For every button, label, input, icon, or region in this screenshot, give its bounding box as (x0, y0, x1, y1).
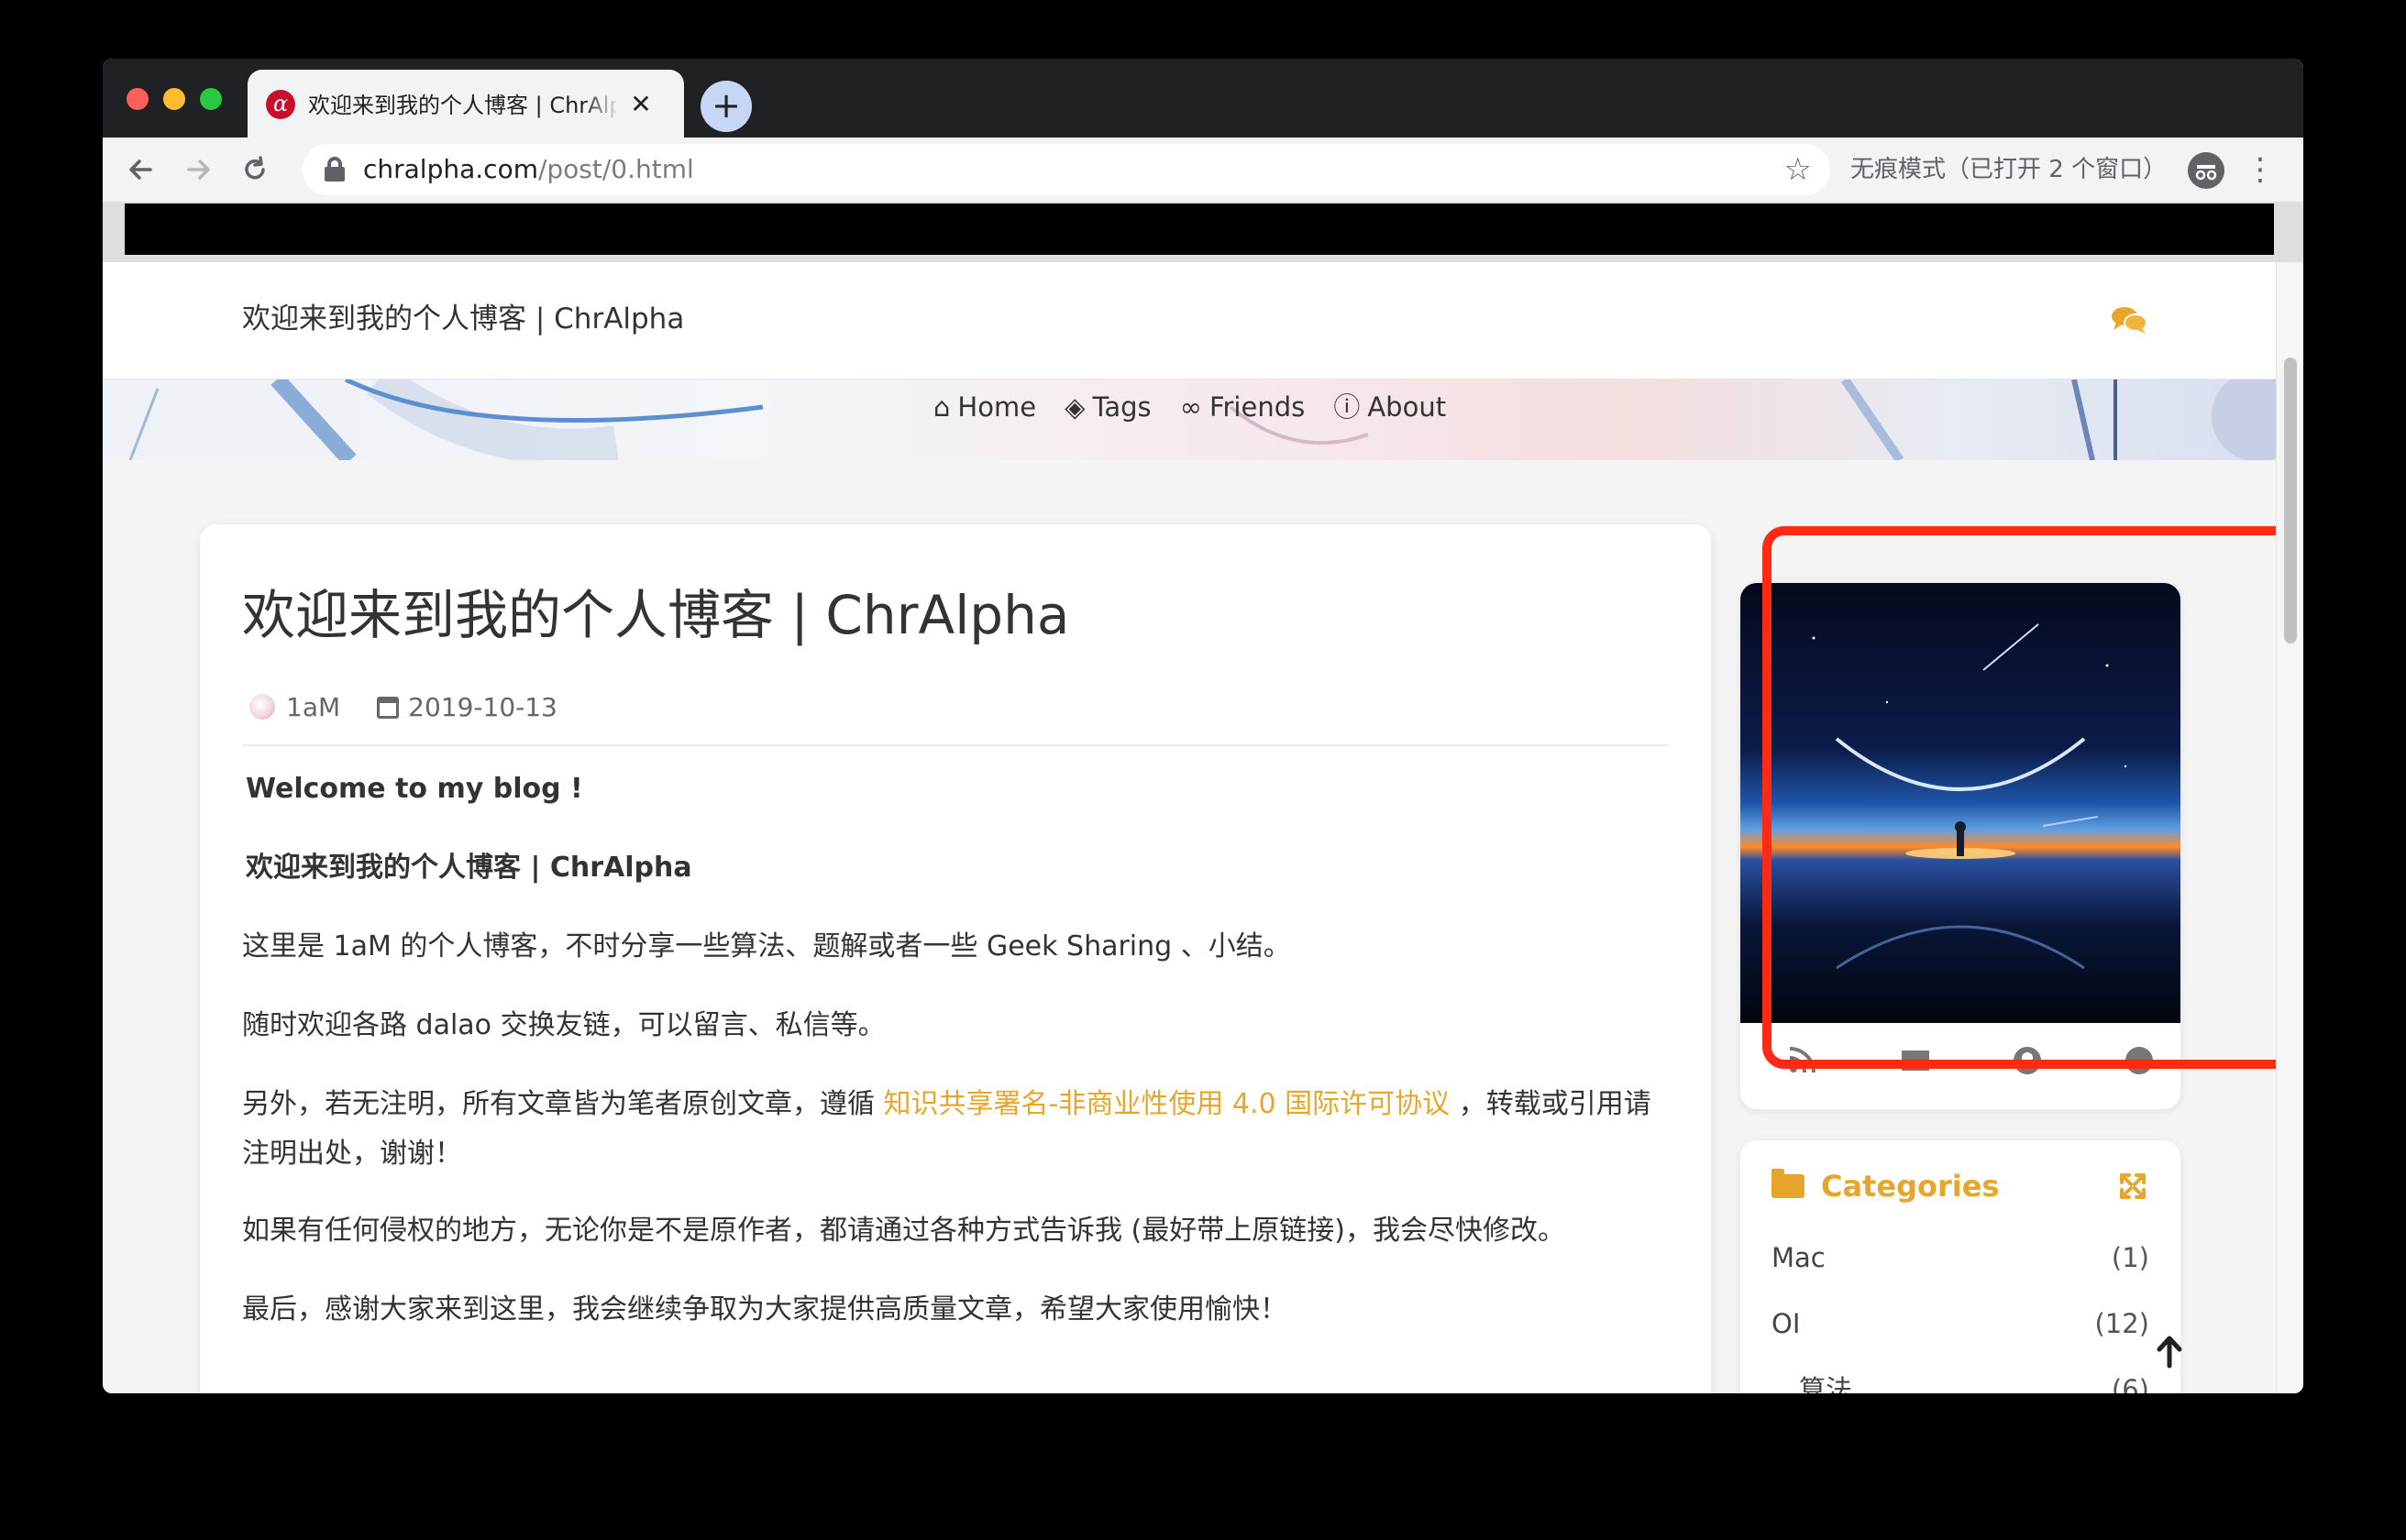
calendar-icon (377, 697, 400, 719)
post-paragraph: 欢迎来到我的个人博客 | ChrAlpha (246, 852, 692, 884)
browser-window: α 欢迎来到我的个人博客 | ChrAlpha ✕ + chralpha.com… (103, 59, 2303, 1393)
author-avatar (249, 694, 275, 720)
zoom-window-button[interactable] (200, 88, 222, 110)
post-paragraph: 最后，感谢大家来到这里，我会继续争取为大家提供高质量文章，希望大家使用愉快！ (242, 1293, 1287, 1326)
back-to-top-icon[interactable] (2151, 1331, 2188, 1371)
bookmark-area (103, 202, 2303, 262)
divider (242, 744, 1669, 746)
tab-close-icon[interactable]: ✕ (627, 90, 655, 119)
license-link[interactable]: 知识共享署名-非商业性使用 4.0 国际许可协议 (884, 1088, 1451, 1120)
favicon-icon: α (266, 90, 295, 119)
info-icon: ⓘ (1333, 391, 1361, 423)
vertical-dots-icon[interactable]: ⋮ (2245, 148, 2276, 191)
categories-card: Categories Mac (1) OI (12) 算法 (6) (1740, 1140, 2180, 1393)
site-title[interactable]: 欢迎来到我的个人博客 | ChrAlpha (242, 301, 684, 337)
home-icon: ⌂ (933, 391, 951, 423)
categories-heading: Categories (1771, 1168, 1999, 1204)
nav-home[interactable]: ⌂ Home (933, 389, 1036, 425)
post-paragraph: 这里是 1aM 的个人博客，不时分享一些算法、题解或者一些 Geek Shari… (242, 930, 1291, 962)
lock-icon (323, 157, 347, 182)
post-paragraph: 随时欢迎各路 dalao 交换友链，可以留言、私信等。 (242, 1009, 886, 1041)
expand-icon[interactable] (2116, 1168, 2149, 1204)
folder-icon (1771, 1169, 1804, 1198)
back-arrow-icon[interactable] (119, 147, 163, 192)
address-bar[interactable]: chralpha.com/post/0.html ☆ (303, 144, 1830, 195)
browser-toolbar: chralpha.com/post/0.html ☆ 无痕模式（已打开 2 个窗… (103, 138, 2303, 202)
post-paragraph: 如果有任何侵权的地方，无论你是不是原作者，都请通过各种方式告诉我 (最好带上原链… (242, 1215, 1565, 1247)
post-title: 欢迎来到我的个人博客 | ChrAlpha (242, 584, 1070, 646)
page-viewport: 欢迎来到我的个人博客 | ChrAlpha ⌂ Home ◈ Tags ∞ Fr… (103, 262, 2303, 1393)
reload-icon[interactable] (233, 147, 277, 192)
post-card: 欢迎来到我的个人博客 | ChrAlpha 1aM 2019-10-13 Welc… (200, 524, 1711, 1393)
post-date: 2019-10-13 (408, 692, 557, 722)
comments-icon[interactable] (2111, 304, 2147, 336)
scrollbar[interactable] (2276, 262, 2303, 1393)
tags-icon: ◈ (1065, 391, 1086, 423)
site-header: 欢迎来到我的个人博客 | ChrAlpha (103, 262, 2276, 380)
incognito-icon[interactable] (2188, 152, 2224, 189)
browser-tab[interactable]: α 欢迎来到我的个人博客 | ChrAlpha ✕ (248, 70, 684, 138)
main-nav: ⌂ Home ◈ Tags ∞ Friends ⓘ About (933, 389, 1470, 425)
tab-title: 欢迎来到我的个人博客 | ChrAlpha (308, 93, 616, 118)
highlight-box (1762, 526, 2303, 1069)
post-paragraph: 另外，若无注明，所有文章皆为笔者原创文章，遵循 知识共享署名-非商业性使用 4.… (242, 1088, 1651, 1170)
tab-strip: α 欢迎来到我的个人博客 | ChrAlpha ✕ + (103, 59, 2303, 138)
minimize-window-button[interactable] (163, 88, 185, 110)
post-paragraph: Welcome to my blog ! (246, 773, 583, 805)
close-window-button[interactable] (127, 88, 149, 110)
nav-friends[interactable]: ∞ Friends (1180, 389, 1305, 425)
post-author[interactable]: 1aM (286, 692, 340, 722)
category-item[interactable]: OI (12) (1771, 1305, 2149, 1342)
black-band (125, 204, 2274, 255)
post-meta: 1aM 2019-10-13 (249, 691, 557, 724)
nav-tags[interactable]: ◈ Tags (1065, 389, 1152, 425)
star-icon[interactable]: ☆ (1784, 151, 1812, 188)
forward-arrow-icon[interactable] (176, 147, 220, 192)
category-item[interactable]: 算法 (6) (1771, 1371, 2149, 1393)
header-banner: ⌂ Home ◈ Tags ∞ Friends ⓘ About (103, 380, 2276, 460)
nav-about[interactable]: ⓘ About (1333, 389, 1446, 425)
url-text[interactable]: chralpha.com/post/0.html (363, 153, 694, 186)
link-icon: ∞ (1179, 391, 1202, 423)
category-item[interactable]: Mac (1) (1771, 1239, 2149, 1276)
scroll-thumb[interactable] (2284, 358, 2297, 644)
new-tab-button[interactable]: + (701, 81, 752, 132)
incognito-label: 无痕模式（已打开 2 个窗口） (1850, 156, 2168, 183)
